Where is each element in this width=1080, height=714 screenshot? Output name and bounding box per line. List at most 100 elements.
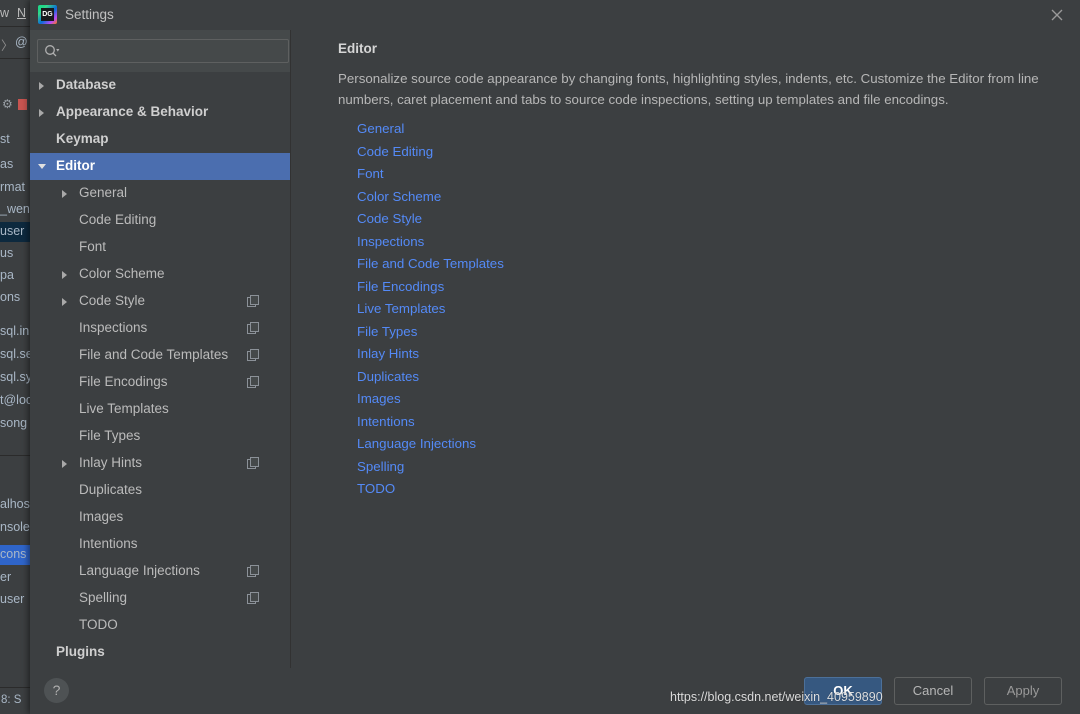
ide-tree-row[interactable]: rmat [0,178,30,198]
apply-button[interactable]: Apply [984,677,1062,705]
ide-menu-item-1[interactable]: N [17,6,26,20]
content-link-inspections[interactable]: Inspections [357,231,757,254]
content-link-code-style[interactable]: Code Style [357,208,757,231]
ide-tree-row-label: cons [0,547,27,561]
copy-settings-icon[interactable] [247,322,260,335]
ide-tree-row-label: us [0,246,14,260]
content-link-todo[interactable]: TODO [357,478,757,501]
sidebar-item-database[interactable]: Database [30,72,290,99]
content-link-language-injections[interactable]: Language Injections [357,433,757,456]
chevron-right-icon[interactable] [62,271,67,279]
copy-settings-icon[interactable] [247,457,260,470]
content-link-duplicates[interactable]: Duplicates [357,366,757,389]
sidebar-item-code-style[interactable]: Code Style [30,288,290,315]
dialog-footer: ? OK Cancel Apply [30,668,1080,714]
help-button[interactable]: ? [44,678,69,703]
sidebar-item-label: Duplicates [79,482,143,497]
ide-status-text[interactable]: 8: S [1,694,21,706]
chevron-right-icon[interactable] [62,460,67,468]
ide-tree-row[interactable]: cons [0,545,30,565]
search-input[interactable] [65,42,284,62]
chevron-right-icon[interactable] [62,190,67,198]
copy-settings-icon[interactable] [247,565,260,578]
ide-tree-row[interactable]: nsole [0,518,30,538]
chevron-right-icon[interactable] [62,298,67,306]
sidebar-item-label: Code Style [79,293,146,308]
content-link-code-editing[interactable]: Code Editing [357,141,757,164]
content-link-live-templates[interactable]: Live Templates [357,298,757,321]
content-link-file-types[interactable]: File Types [357,321,757,344]
sidebar-item-file-and-code-templates[interactable]: File and Code Templates [30,342,290,369]
content-link-general[interactable]: General [357,118,757,141]
content-link-intentions[interactable]: Intentions [357,411,757,434]
sidebar-item-file-types[interactable]: File Types [30,423,290,450]
chevron-down-icon[interactable] [38,164,46,169]
ide-tree-row[interactable]: sql.in [0,322,30,342]
sidebar-item-spelling[interactable]: Spelling [30,585,290,612]
ide-tree-row[interactable]: as [0,155,30,175]
content-link-file-encodings[interactable]: File Encodings [357,276,757,299]
ide-tree-row[interactable]: t@loc [0,391,30,411]
copy-settings-icon[interactable] [247,295,260,308]
close-button[interactable] [1034,0,1080,30]
settings-tree[interactable]: Database Appearance & Behavior Keymap Edito… [30,72,290,668]
ide-tree-row[interactable]: alhos [0,495,30,515]
sidebar-item-color-scheme[interactable]: Color Scheme [30,261,290,288]
ide-tree-row[interactable]: sql.sy [0,368,30,388]
ide-tree-row[interactable]: user [0,222,30,242]
ide-tree-row[interactable]: ons [0,288,30,308]
ide-tree-row-label: as [0,157,14,171]
ide-tree-row-label: ons [0,290,21,304]
sidebar-item-label: File Encodings [79,374,168,389]
content-link-color-scheme[interactable]: Color Scheme [357,186,757,209]
ide-divider-2 [0,58,30,59]
ide-tree-row[interactable]: us [0,244,30,264]
chevron-right-icon[interactable] [39,82,44,90]
sidebar-item-plugins[interactable]: Plugins [30,639,290,666]
chevron-right-icon[interactable] [39,109,44,117]
sidebar-item-appearance-behavior[interactable]: Appearance & Behavior [30,99,290,126]
wrench-icon[interactable]: ⚙ [2,97,15,111]
sidebar-item-intentions[interactable]: Intentions [30,531,290,558]
sidebar-item-images[interactable]: Images [30,504,290,531]
content-link-file-and-code-templates[interactable]: File and Code Templates [357,253,757,276]
close-icon [1051,9,1063,21]
copy-settings-icon[interactable] [247,349,260,362]
stop-icon[interactable] [18,99,27,110]
ide-tree-row[interactable]: song [0,414,30,434]
ide-tree-row-label: st [0,132,10,146]
copy-settings-icon[interactable] [247,376,260,389]
ide-tree-row[interactable]: pa [0,266,30,286]
sidebar-item-duplicates[interactable]: Duplicates [30,477,290,504]
subsection-link-list: General Code Editing Font Color Scheme Code … [357,118,757,501]
ide-tree-row[interactable]: sql.se [0,345,30,365]
copy-settings-icon[interactable] [247,592,260,605]
sidebar-item-keymap[interactable]: Keymap [30,126,290,153]
ide-tree-row-label: _wen [0,202,30,216]
ide-tree-row-label: sql.in [0,324,30,338]
content-link-spelling[interactable]: Spelling [357,456,757,479]
sidebar-item-language-injections[interactable]: Language Injections [30,558,290,585]
ide-tree-row[interactable]: _wen [0,200,30,220]
sidebar-item-inlay-hints[interactable]: Inlay Hints [30,450,290,477]
ide-tree-row[interactable]: st [0,130,30,150]
ide-tree-row[interactable]: er [0,568,30,588]
content-link-inlay-hints[interactable]: Inlay Hints [357,343,757,366]
ide-menu-item-0[interactable]: w [0,6,9,20]
sidebar-item-inspections[interactable]: Inspections [30,315,290,342]
ide-tree-row[interactable]: user [0,590,30,610]
sidebar-item-font[interactable]: Font [30,234,290,261]
sidebar-item-code-editing[interactable]: Code Editing [30,207,290,234]
sidebar-item-label: File and Code Templates [79,347,229,362]
search-icon [44,44,60,63]
settings-search[interactable] [37,39,289,63]
sidebar-item-todo[interactable]: TODO [30,612,290,639]
content-link-font[interactable]: Font [357,163,757,186]
sidebar-item-editor[interactable]: Editor [30,153,290,180]
sidebar-item-general[interactable]: General [30,180,290,207]
cancel-button[interactable]: Cancel [894,677,972,705]
sidebar-item-file-encodings[interactable]: File Encodings [30,369,290,396]
sidebar-item-label: Appearance & Behavior [56,104,209,119]
sidebar-item-live-templates[interactable]: Live Templates [30,396,290,423]
content-link-images[interactable]: Images [357,388,757,411]
